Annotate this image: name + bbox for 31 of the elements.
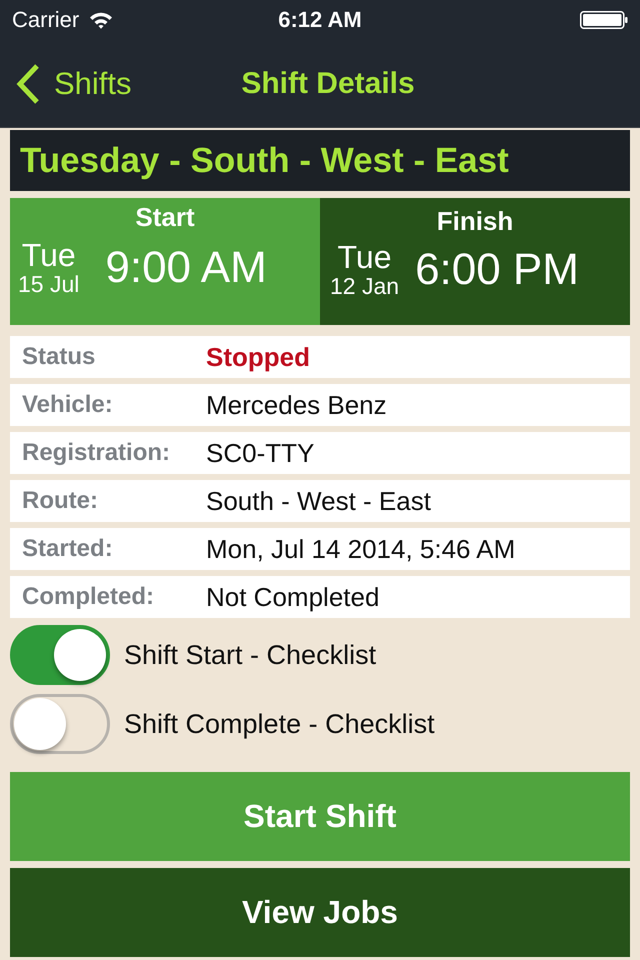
shift-title: Tuesday - South - West - East [10,130,630,191]
detail-value: Stopped [206,342,310,372]
detail-label: Status [21,343,96,371]
checklist-label: Shift Complete - Checklist [124,708,435,740]
weekday-text: Tue [22,239,76,271]
back-button[interactable]: Shifts [16,62,132,104]
checklist-label: Shift Start - Checklist [124,640,376,670]
time-text: 6:00 PM [415,244,579,294]
screen-title: Shift Details [241,66,415,100]
time-text: 9:00 AM [105,242,267,292]
schedule-heading: Finish [436,206,514,237]
detail-value: South - West - East [206,486,431,516]
weekday-text: Tue [338,241,392,273]
carrier-name: Carrier [12,7,80,33]
detail-label: Vehicle: [21,391,114,419]
detail-value: SC0-TTY [206,438,314,468]
detail-value: Mon, Jul 14 2014, 5:46 AM [206,534,516,564]
detail-label: Registration: [21,439,172,467]
action-button[interactable]: View Jobs [10,868,630,957]
detail-label: Route: [21,487,99,515]
detail-value: Not Completed [206,582,380,612]
detail-label: Started: [21,535,114,563]
schedule-heading: Start [135,202,195,233]
date-text: 12 Jan [330,275,400,298]
battery-icon [580,11,628,29]
detail-label: Completed: [21,583,155,611]
detail-value: Mercedes Benz [206,390,387,420]
status-time: 6:12 AM [278,7,362,33]
chevron-left-icon [16,62,40,104]
date-text: 15 Jul [18,273,80,296]
wifi-icon [89,11,114,29]
